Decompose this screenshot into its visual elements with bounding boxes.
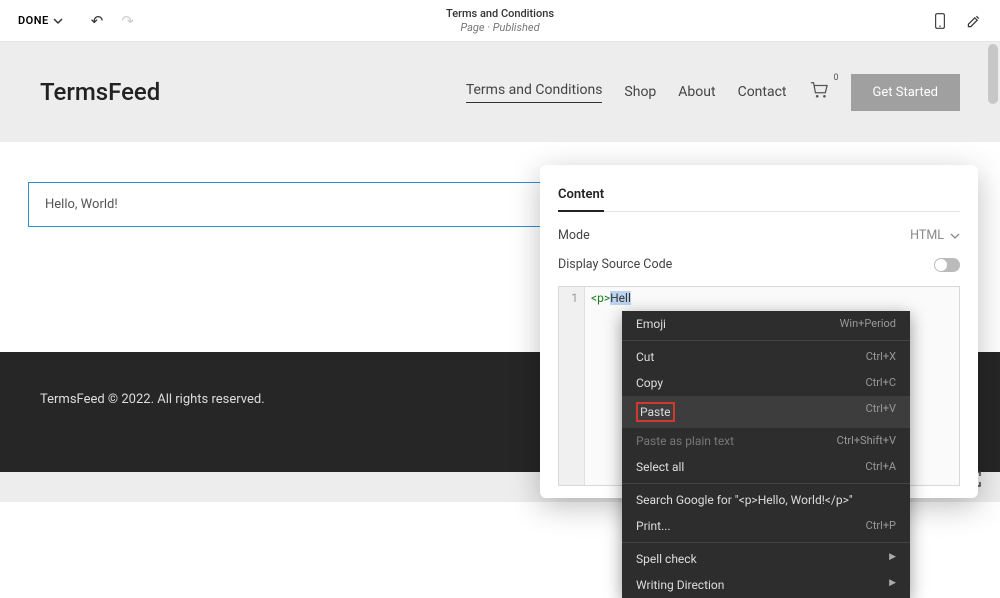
ctx-label: Emoji xyxy=(636,317,666,331)
code-tag: <p> xyxy=(591,291,610,305)
chevron-right-icon: ▶ xyxy=(889,578,896,592)
ctx-search-google[interactable]: Search Google for "<p>Hello, World!</p>" xyxy=(622,487,910,513)
done-label: DONE xyxy=(18,14,49,27)
ctx-emoji[interactable]: Emoji Win+Period xyxy=(622,311,910,337)
code-text-selected: Hell xyxy=(610,291,631,305)
chevron-down-icon xyxy=(53,16,63,26)
ctx-writing-direction[interactable]: Writing Direction ▶ xyxy=(622,572,910,598)
ctx-print[interactable]: Print... Ctrl+P xyxy=(622,513,910,539)
site-brand[interactable]: TermsFeed xyxy=(40,78,160,106)
ctx-spell-check[interactable]: Spell check ▶ xyxy=(622,546,910,572)
page-canvas: TermsFeed Terms and Conditions Shop Abou… xyxy=(0,42,1000,502)
paint-icon[interactable] xyxy=(966,13,982,29)
divider xyxy=(558,211,960,212)
done-button[interactable]: DONE xyxy=(18,14,63,27)
separator xyxy=(622,340,910,341)
line-gutter: 1 xyxy=(559,287,585,485)
ctx-shortcut: Ctrl+C xyxy=(865,376,896,390)
ctx-select-all[interactable]: Select all Ctrl+A xyxy=(622,454,910,480)
redo-button[interactable]: ↷ xyxy=(121,12,134,30)
page-title-block: Terms and Conditions Page · Published xyxy=(446,7,554,34)
nav-contact[interactable]: Contact xyxy=(738,84,787,100)
undo-redo-group: ↶ ↷ xyxy=(91,12,134,30)
display-source-toggle[interactable] xyxy=(934,258,960,272)
chevron-right-icon: ▶ xyxy=(889,552,896,566)
site-header: TermsFeed Terms and Conditions Shop Abou… xyxy=(0,42,1000,142)
toolbar-right xyxy=(932,13,982,29)
mode-value: HTML xyxy=(910,228,960,243)
display-source-row[interactable]: Display Source Code xyxy=(558,257,960,272)
cart-icon xyxy=(809,81,829,99)
page-title: Terms and Conditions xyxy=(446,7,554,20)
ctx-label: Print... xyxy=(636,519,671,533)
footer-text: TermsFeed © 2022. All rights reserved. xyxy=(40,392,265,407)
mode-value-text: HTML xyxy=(910,228,944,243)
chevron-down-icon xyxy=(950,231,960,241)
ctx-shortcut: Win+Period xyxy=(840,317,896,331)
ctx-copy[interactable]: Copy Ctrl+C xyxy=(622,370,910,396)
ctx-shortcut: Ctrl+A xyxy=(865,460,896,474)
ctx-shortcut: Ctrl+V xyxy=(866,402,896,422)
page-status: Page · Published xyxy=(446,21,554,34)
separator xyxy=(622,483,910,484)
get-started-button[interactable]: Get Started xyxy=(851,74,960,111)
undo-button[interactable]: ↶ xyxy=(91,12,104,30)
mode-row[interactable]: Mode HTML xyxy=(558,228,960,243)
ctx-shortcut: Ctrl+P xyxy=(866,519,896,533)
cart-button[interactable]: 0 xyxy=(809,81,829,103)
panel-tab-content[interactable]: Content xyxy=(558,187,604,212)
ctx-label-highlighted: Paste xyxy=(636,402,675,422)
ctx-shortcut: Ctrl+Shift+V xyxy=(837,434,896,448)
ctx-cut[interactable]: Cut Ctrl+X xyxy=(622,344,910,370)
nav-shop[interactable]: Shop xyxy=(624,84,656,100)
ctx-shortcut: Ctrl+X xyxy=(866,350,896,364)
mode-label: Mode xyxy=(558,228,590,243)
scrollbar-thumb[interactable] xyxy=(988,44,998,104)
ctx-paste[interactable]: Paste Ctrl+V xyxy=(622,396,910,428)
ctx-label: Cut xyxy=(636,350,654,364)
display-source-label: Display Source Code xyxy=(558,257,672,272)
mobile-preview-icon[interactable] xyxy=(932,13,948,29)
ctx-label: Spell check xyxy=(636,552,697,566)
nav-about[interactable]: About xyxy=(678,84,715,100)
nav-terms[interactable]: Terms and Conditions xyxy=(466,82,603,103)
editor-toolbar: DONE ↶ ↷ Terms and Conditions Page · Pub… xyxy=(0,0,1000,42)
ctx-label: Select all xyxy=(636,460,684,474)
ctx-label: Writing Direction xyxy=(636,578,724,592)
ctx-label: Copy xyxy=(636,376,663,390)
context-menu: Emoji Win+Period Cut Ctrl+X Copy Ctrl+C Pas… xyxy=(622,311,910,598)
ctx-label: Search Google for "<p>Hello, World!</p>" xyxy=(636,493,853,507)
ctx-paste-plain: Paste as plain text Ctrl+Shift+V xyxy=(622,428,910,454)
site-nav: Terms and Conditions Shop About Contact … xyxy=(466,74,960,111)
ctx-label: Paste as plain text xyxy=(636,434,734,448)
cart-count: 0 xyxy=(833,73,838,83)
separator xyxy=(622,542,910,543)
